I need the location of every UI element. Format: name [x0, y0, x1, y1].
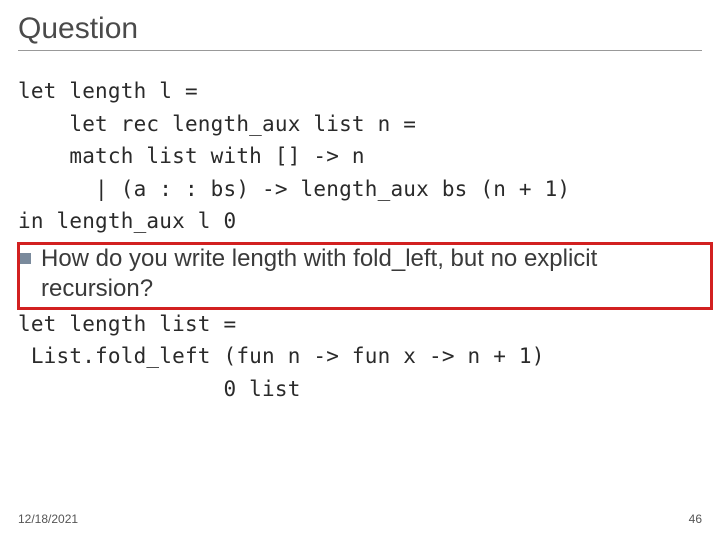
footer-date: 12/18/2021: [18, 512, 78, 526]
question-text: How do you write length with fold_left, …: [41, 244, 702, 304]
code-block-length-fold: let length list = List.fold_left (fun n …: [18, 308, 702, 406]
footer-page-number: 46: [689, 512, 702, 526]
slide: Question let length l = let rec length_a…: [0, 0, 720, 540]
title-divider: [18, 50, 702, 51]
code-block-length-recursive: let length l = let rec length_aux list n…: [18, 75, 702, 238]
question-wrap: How do you write length with fold_left, …: [18, 244, 702, 304]
bullet-icon: [20, 253, 31, 264]
page-title: Question: [18, 12, 702, 46]
question-line: How do you write length with fold_left, …: [18, 244, 702, 304]
footer: 12/18/2021 46: [18, 512, 702, 526]
